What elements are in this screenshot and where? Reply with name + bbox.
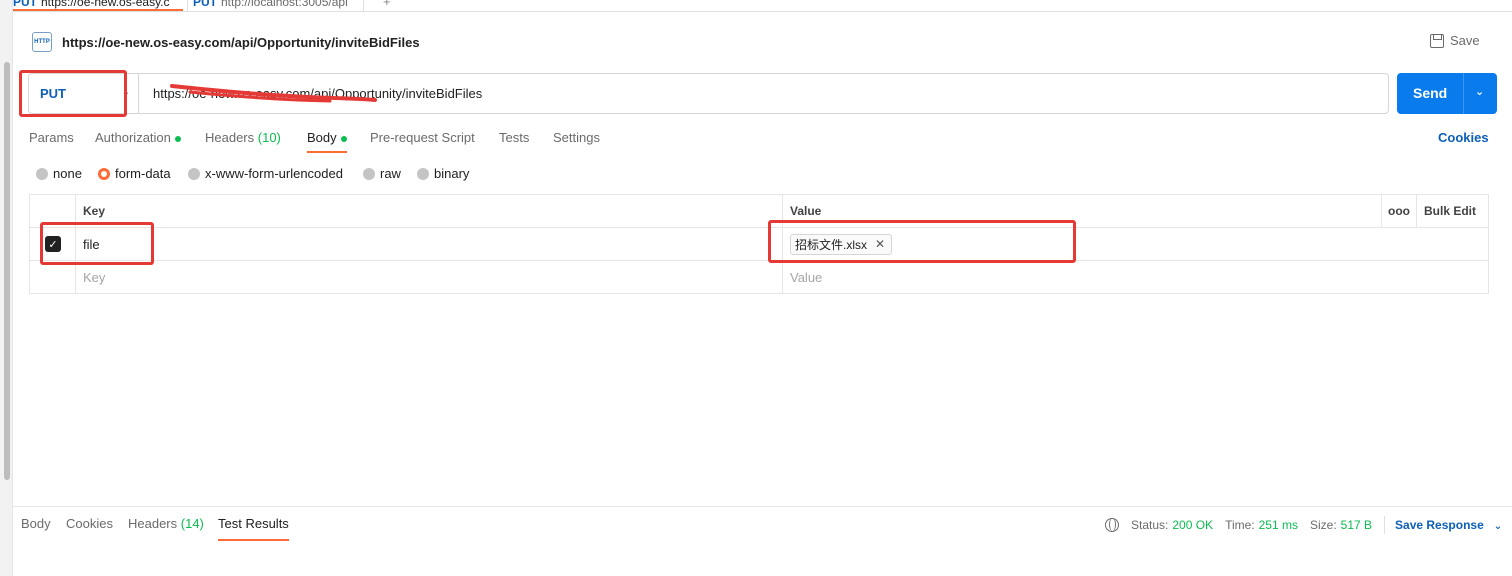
value-header: Value bbox=[783, 195, 1382, 227]
value-cell[interactable]: 招标文件.xlsx ✕ bbox=[783, 228, 1488, 260]
radio-urlencoded[interactable]: x-www-form-urlencoded bbox=[188, 166, 343, 181]
radio-raw[interactable]: raw bbox=[363, 166, 401, 181]
time-value[interactable]: 251 ms bbox=[1259, 518, 1298, 532]
more-options-icon[interactable]: ooo bbox=[1382, 195, 1417, 227]
row-checkbox-cell bbox=[30, 261, 76, 293]
radio-binary[interactable]: binary bbox=[417, 166, 469, 181]
request-tab-2[interactable]: PUT http://localhost:3005/api bbox=[193, 0, 358, 11]
tab-label: Body bbox=[307, 130, 337, 145]
key-input[interactable]: Key bbox=[76, 261, 783, 293]
send-button[interactable]: Send ⌄ bbox=[1397, 73, 1497, 114]
row-checkbox[interactable]: ✓ bbox=[45, 236, 61, 252]
tab-prerequest-script[interactable]: Pre-request Script bbox=[370, 130, 475, 145]
radio-none[interactable]: none bbox=[36, 166, 82, 181]
send-options-chevron-icon[interactable]: ⌄ bbox=[1475, 85, 1484, 98]
request-title[interactable]: https://oe-new.os-easy.com/api/Opportuni… bbox=[62, 35, 420, 50]
response-status-area: Status: 200 OK Time: 251 ms Size: 517 B … bbox=[1105, 516, 1502, 534]
table-header-row: Key Value ooo Bulk Edit bbox=[30, 195, 1488, 228]
tab-settings[interactable]: Settings bbox=[553, 130, 600, 145]
resp-headers-count: (14) bbox=[180, 516, 204, 531]
chevron-down-icon: ⌄ bbox=[121, 87, 130, 98]
save-response-button[interactable]: Save Response ⌄ bbox=[1395, 518, 1502, 532]
radio-label: raw bbox=[380, 166, 401, 181]
method-select[interactable]: PUT ⌄ bbox=[29, 74, 139, 113]
key-header: Key bbox=[76, 195, 783, 227]
save-response-label: Save Response bbox=[1395, 518, 1484, 532]
send-divider bbox=[1463, 73, 1464, 114]
tab-params[interactable]: Params bbox=[29, 130, 74, 145]
redaction-scribble bbox=[170, 84, 377, 103]
tab-label: Authorization bbox=[95, 130, 171, 145]
resp-tab-body[interactable]: Body bbox=[21, 516, 51, 531]
table-row: ✓ file 招标文件.xlsx ✕ bbox=[30, 228, 1488, 261]
tab-method: PUT bbox=[13, 0, 37, 9]
tab-headers[interactable]: Headers (10) bbox=[205, 130, 281, 145]
row-checkbox-cell: ✓ bbox=[30, 228, 76, 260]
status-label: Status: bbox=[1131, 518, 1169, 532]
tab-tests[interactable]: Tests bbox=[499, 130, 529, 145]
size-label: Size: bbox=[1309, 518, 1337, 532]
radio-circle bbox=[188, 167, 200, 180]
cookies-link[interactable]: Cookies bbox=[1438, 130, 1489, 145]
send-label: Send bbox=[1413, 85, 1448, 101]
radio-circle bbox=[417, 167, 429, 180]
status-value[interactable]: 200 OK bbox=[1172, 518, 1213, 532]
radio-label: form-data bbox=[115, 166, 171, 181]
bulk-edit-button[interactable]: Bulk Edit bbox=[1417, 195, 1488, 227]
request-tab-1[interactable]: PUT https://oe-new.os-easy.c bbox=[13, 0, 183, 11]
radio-label: binary bbox=[434, 166, 470, 181]
tab-authorization[interactable]: Authorization bbox=[95, 130, 181, 145]
resp-tab-test-results[interactable]: Test Results bbox=[218, 516, 289, 541]
request-tab-bar: PUT https://oe-new.os-easy.c PUT http://lo… bbox=[13, 0, 1512, 12]
resp-tab-headers[interactable]: Headers (14) bbox=[128, 516, 204, 531]
indicator-dot-icon bbox=[174, 135, 181, 142]
new-tab-icon[interactable]: + bbox=[383, 0, 391, 9]
tab-title: https://oe-new.os-easy.c bbox=[41, 0, 170, 9]
tab-title: http://localhost:3005/api bbox=[221, 0, 348, 9]
tab-label: Headers bbox=[205, 130, 255, 145]
tab-separator bbox=[363, 0, 364, 11]
left-scrollbar-thumb[interactable] bbox=[4, 62, 10, 480]
save-label: Save bbox=[1450, 33, 1480, 48]
tab-label: Headers bbox=[128, 516, 178, 531]
checkbox-header-cell bbox=[30, 195, 76, 227]
tab-method: PUT bbox=[193, 0, 217, 9]
size-value[interactable]: 517 B bbox=[1341, 518, 1372, 532]
radio-label: none bbox=[53, 166, 82, 181]
radio-label: x-www-form-urlencoded bbox=[205, 166, 343, 181]
key-cell[interactable]: file bbox=[76, 228, 783, 260]
chevron-down-icon: ⌄ bbox=[1493, 521, 1503, 532]
time-label: Time: bbox=[1225, 518, 1255, 532]
radio-circle-selected bbox=[98, 167, 110, 180]
response-bar: Body Cookies Headers (14) Test Results S… bbox=[13, 506, 1512, 576]
globe-icon[interactable] bbox=[1105, 518, 1119, 532]
value-input[interactable]: Value bbox=[783, 261, 1488, 293]
indicator-dot-icon bbox=[340, 135, 347, 142]
form-data-table: Key Value ooo Bulk Edit ✓ file 招标文件.xlsx… bbox=[29, 194, 1489, 294]
save-icon bbox=[1430, 33, 1444, 48]
save-button[interactable]: Save bbox=[1430, 33, 1480, 48]
file-name: 招标文件.xlsx bbox=[795, 237, 868, 252]
left-scrollbar[interactable] bbox=[0, 0, 13, 576]
radio-circle bbox=[363, 167, 375, 180]
tab-body[interactable]: Body bbox=[307, 130, 347, 153]
resp-tab-cookies[interactable]: Cookies bbox=[66, 516, 113, 531]
radio-form-data[interactable]: form-data bbox=[98, 166, 171, 181]
http-request-icon: HTTP bbox=[32, 32, 52, 52]
close-icon[interactable]: ✕ bbox=[875, 237, 885, 251]
radio-circle bbox=[36, 167, 48, 180]
headers-count: (10) bbox=[257, 130, 281, 145]
tab-separator bbox=[187, 0, 188, 11]
method-value: PUT bbox=[40, 86, 66, 101]
file-chip: 招标文件.xlsx ✕ bbox=[790, 233, 893, 255]
table-row-empty: Key Value bbox=[30, 261, 1488, 293]
divider bbox=[1384, 516, 1386, 534]
